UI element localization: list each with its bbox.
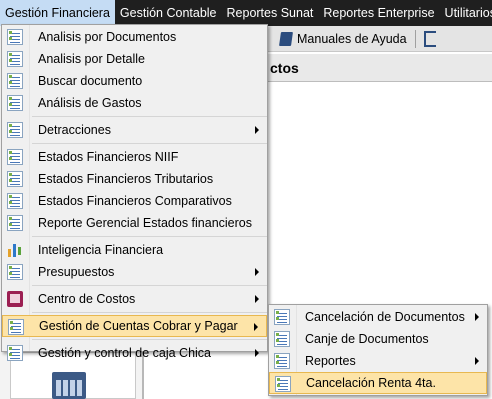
panel-header: ctos (268, 54, 492, 82)
form-icon (7, 264, 23, 280)
menu-gestion-financiera-label: Gestión Financiera (5, 6, 110, 20)
submenu-item-cancelacion-documentos[interactable]: Cancelación de Documentos (269, 306, 487, 328)
menu-item-label: Detracciones (38, 123, 111, 137)
exit-icon (423, 30, 436, 47)
bar-chart-icon (7, 242, 23, 258)
form-icon (8, 319, 24, 335)
menu-reportes-enterprise[interactable]: Reportes Enterprise (318, 0, 439, 26)
menu-item-estados-niif[interactable]: Estados Financieros NIIF (2, 146, 267, 168)
menu-item-analisis-documentos[interactable]: Analisis por Documentos (2, 26, 267, 48)
menu-item-detracciones[interactable]: Detracciones (2, 119, 267, 141)
menu-utilitarios[interactable]: Utilitarios (440, 0, 492, 26)
menu-item-label: Analisis por Documentos (38, 30, 177, 44)
submenu-item-cancelacion-renta-4ta[interactable]: Cancelación Renta 4ta. (269, 372, 487, 394)
menu-separator (32, 312, 267, 313)
submenu-arrow-icon (255, 268, 259, 276)
submenu-item-reportes[interactable]: Reportes (269, 350, 487, 372)
help-manuals-button[interactable]: Manuales de Ayuda (276, 28, 411, 50)
form-icon (7, 73, 23, 89)
submenu-item-label: Cancelación de Documentos (305, 310, 465, 324)
menu-item-label: Analisis por Detalle (38, 52, 145, 66)
menu-item-cuentas-cobrar-pagar[interactable]: Gestión de Cuentas Cobrar y Pagar (2, 315, 267, 337)
menu-item-label: Buscar documento (38, 74, 143, 88)
book-icon (279, 31, 293, 46)
submenu-item-label: Canje de Documentos (305, 332, 429, 346)
submenu-arrow-icon (475, 313, 479, 321)
menu-item-label: Inteligencia Financiera (38, 243, 164, 257)
menu-item-inteligencia-financiera[interactable]: Inteligencia Financiera (2, 239, 267, 261)
menu-gestion-financiera[interactable]: Gestión Financiera (0, 0, 115, 26)
menu-item-label: Presupuestos (38, 265, 115, 279)
menu-gestion-contable[interactable]: Gestión Contable (115, 0, 222, 26)
menu-item-estados-comparativos[interactable]: Estados Financieros Comparativos (2, 190, 267, 212)
menu-item-presupuestos[interactable]: Presupuestos (2, 261, 267, 283)
form-icon (275, 376, 291, 392)
help-manuals-label: Manuales de Ayuda (297, 31, 407, 46)
menu-item-reporte-gerencial[interactable]: Reporte Gerencial Estados financieros (2, 212, 267, 234)
submenu-item-label: Cancelación Renta 4ta. (306, 376, 436, 390)
gestion-financiera-menu: Analisis por Documentos Analisis por Det… (1, 24, 268, 361)
menu-item-label: Centro de Costos (38, 292, 136, 306)
menu-item-analisis-gastos[interactable]: Análisis de Gastos (2, 92, 267, 114)
toolbar: Manuales de Ayuda (268, 26, 492, 52)
form-icon (7, 51, 23, 67)
menu-item-label: Reporte Gerencial Estados financieros (38, 216, 253, 230)
menu-item-label: Gestión de Cuentas Cobrar y Pagar (39, 319, 238, 333)
exit-button[interactable] (420, 28, 440, 50)
form-icon (7, 95, 23, 111)
form-icon (7, 345, 23, 361)
menu-item-label: Estados Financieros NIIF (38, 150, 179, 164)
form-icon (7, 193, 23, 209)
menu-item-analisis-detalle[interactable]: Analisis por Detalle (2, 48, 267, 70)
menu-item-label: Análisis de Gastos (38, 96, 142, 110)
form-icon (274, 309, 290, 325)
form-icon (274, 353, 290, 369)
menu-separator (32, 143, 267, 144)
menu-separator (32, 339, 267, 340)
menu-reportes-sunat-label: Reportes Sunat (226, 6, 314, 20)
menu-item-buscar-documento[interactable]: Buscar documento (2, 70, 267, 92)
submenu-arrow-icon (255, 295, 259, 303)
panel-header-text: ctos (270, 60, 299, 76)
menu-item-label: Estados Financieros Comparativos (38, 194, 232, 208)
menu-separator (32, 236, 267, 237)
menu-reportes-sunat[interactable]: Reportes Sunat (222, 0, 319, 26)
menu-item-label: Gestión y control de caja Chica (38, 346, 212, 360)
cuentas-cobrar-pagar-submenu: Cancelación de Documentos Canje de Docum… (268, 304, 488, 396)
cost-center-icon (7, 291, 23, 307)
toolbar-separator (414, 29, 416, 48)
menu-bar: Gestión Financiera Gestión Contable Repo… (0, 0, 492, 26)
menu-reportes-enterprise-label: Reportes Enterprise (323, 6, 435, 20)
submenu-arrow-icon (255, 126, 259, 134)
submenu-item-label: Reportes (305, 354, 356, 368)
form-icon (7, 149, 23, 165)
form-icon (274, 331, 290, 347)
menu-utilitarios-label: Utilitarios (444, 6, 492, 20)
menu-gestion-contable-label: Gestión Contable (119, 6, 217, 20)
menu-separator (32, 285, 267, 286)
submenu-arrow-icon (255, 349, 259, 357)
menu-item-label: Estados Financieros Tributarios (38, 172, 214, 186)
form-icon (7, 171, 23, 187)
menu-item-caja-chica[interactable]: Gestión y control de caja Chica (2, 342, 267, 364)
menu-separator (32, 116, 267, 117)
menu-item-estados-tributarios[interactable]: Estados Financieros Tributarios (2, 168, 267, 190)
menu-item-centro-costos[interactable]: Centro de Costos (2, 288, 267, 310)
form-icon (7, 122, 23, 138)
calendar-icon (52, 372, 86, 399)
form-icon (7, 29, 23, 45)
submenu-arrow-icon (475, 357, 479, 365)
submenu-arrow-icon (254, 323, 258, 331)
submenu-item-canje-documentos[interactable]: Canje de Documentos (269, 328, 487, 350)
form-icon (7, 215, 23, 231)
